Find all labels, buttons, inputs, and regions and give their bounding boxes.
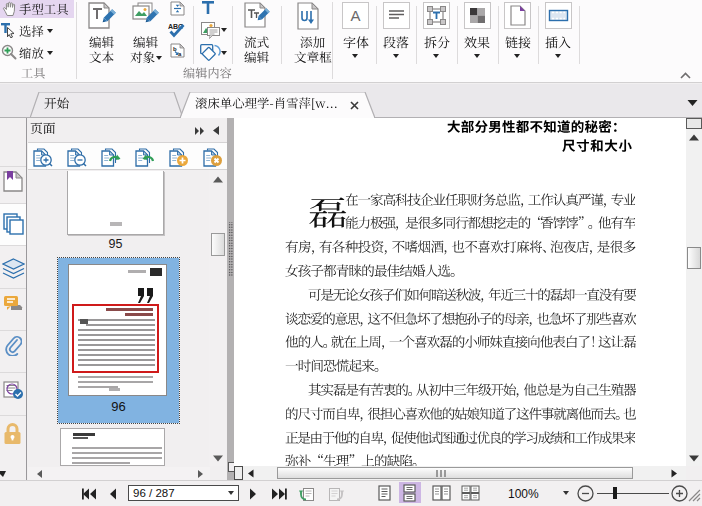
svg-text:b: b <box>173 46 177 52</box>
